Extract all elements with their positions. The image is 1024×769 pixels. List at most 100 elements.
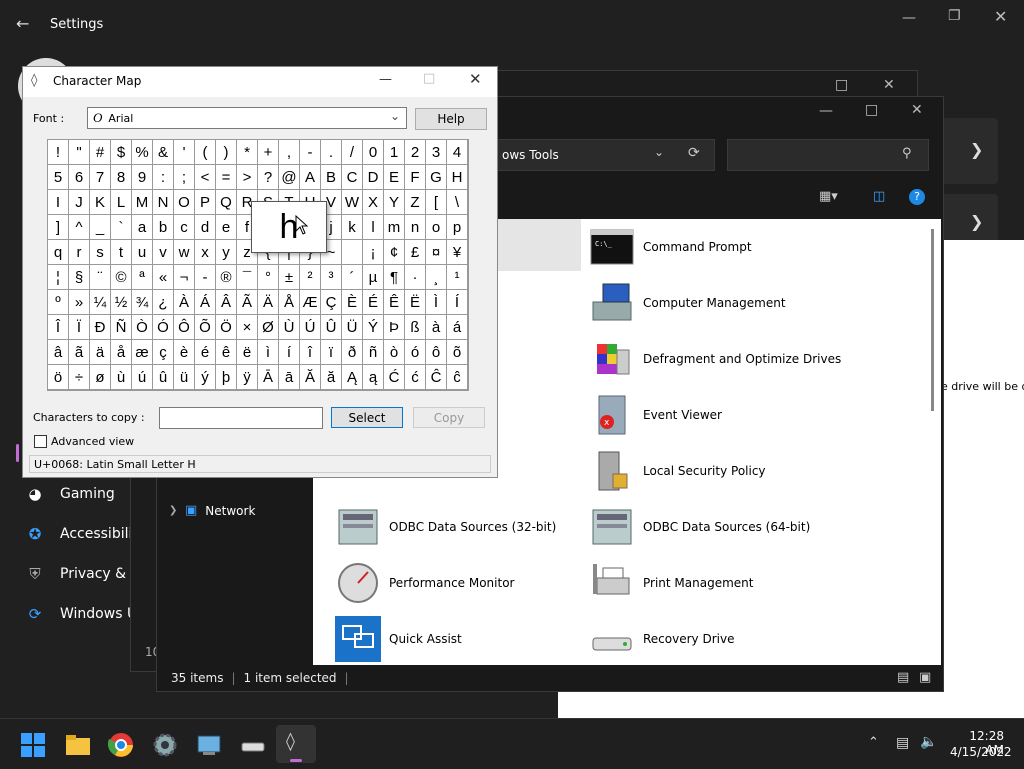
character-cell[interactable]: ¿ (153, 290, 174, 315)
character-cell[interactable]: ? (258, 165, 279, 190)
character-cell[interactable]: ü (174, 365, 195, 390)
character-cell[interactable]: m (384, 215, 405, 240)
tool-item-recovery-drive[interactable]: Recovery Drive (589, 615, 734, 663)
character-cell[interactable]: ĉ (447, 365, 468, 390)
minimize-icon[interactable]: — (902, 10, 916, 26)
character-cell[interactable]: ú (132, 365, 153, 390)
character-cell[interactable]: 4 (447, 140, 468, 165)
character-cell[interactable]: H (447, 165, 468, 190)
character-cell[interactable]: $ (111, 140, 132, 165)
character-cell[interactable]: Ä (258, 290, 279, 315)
character-cell[interactable]: ± (279, 265, 300, 290)
character-cell[interactable]: Ê (384, 290, 405, 315)
maximize-icon[interactable]: □ (835, 77, 848, 93)
character-cell[interactable]: ø (90, 365, 111, 390)
character-cell[interactable]: Ð (90, 315, 111, 340)
character-cell[interactable]: Í (447, 290, 468, 315)
character-cell[interactable]: q (48, 240, 69, 265)
tool-item-odbc-32[interactable]: ODBC Data Sources (32-bit) (335, 503, 556, 551)
character-cell[interactable]: @ (279, 165, 300, 190)
character-cell[interactable]: Õ (195, 315, 216, 340)
character-cell[interactable]: P (195, 190, 216, 215)
tool-item-odbc-64[interactable]: ODBC Data Sources (64-bit) (589, 503, 810, 551)
character-cell[interactable]: É (363, 290, 384, 315)
character-cell[interactable]: ¬ (174, 265, 195, 290)
start-button[interactable] (19, 731, 47, 759)
character-cell[interactable]: 8 (111, 165, 132, 190)
scrollbar-thumb[interactable] (931, 229, 934, 411)
preview-pane-icon[interactable]: ◫ (873, 189, 885, 204)
tool-item-event-viewer[interactable]: x Event Viewer (589, 391, 722, 439)
character-cell[interactable]: ä (90, 340, 111, 365)
advanced-view-checkbox[interactable] (34, 435, 47, 448)
character-cell[interactable]: I (48, 190, 69, 215)
character-cell[interactable]: Z (405, 190, 426, 215)
tool-item-performance-monitor[interactable]: Performance Monitor (335, 559, 514, 607)
character-cell[interactable]: ÿ (237, 365, 258, 390)
search-input[interactable]: ⚲ (727, 139, 929, 171)
character-cell[interactable]: ë (237, 340, 258, 365)
close-icon[interactable]: ✕ (883, 77, 895, 93)
character-cell[interactable]: ° (258, 265, 279, 290)
character-cell[interactable]: * (237, 140, 258, 165)
character-cell[interactable]: 0 (363, 140, 384, 165)
select-button[interactable]: Select (331, 407, 403, 428)
character-cell[interactable]: ) (216, 140, 237, 165)
copy-button[interactable]: Copy (413, 407, 485, 428)
close-icon[interactable]: ✕ (469, 70, 482, 88)
character-cell[interactable]: w (174, 240, 195, 265)
character-cell[interactable]: ¼ (90, 290, 111, 315)
character-cell[interactable]: õ (447, 340, 468, 365)
character-cell[interactable]: â (48, 340, 69, 365)
character-cell[interactable]: ã (69, 340, 90, 365)
chevron-down-icon[interactable]: ⌄ (654, 145, 664, 159)
character-cell[interactable]: Ą (342, 365, 363, 390)
character-cell[interactable]: p (447, 215, 468, 240)
character-cell[interactable]: Ú (300, 315, 321, 340)
character-cell[interactable]: ® (216, 265, 237, 290)
character-cell[interactable]: F (405, 165, 426, 190)
character-cell[interactable]: ñ (363, 340, 384, 365)
character-cell[interactable]: ê (216, 340, 237, 365)
character-cell[interactable]: ¸ (426, 265, 447, 290)
view-options-icon[interactable]: ▦▾ (819, 189, 838, 204)
character-cell[interactable]: Ñ (111, 315, 132, 340)
character-cell[interactable]: ¥ (447, 240, 468, 265)
character-cell[interactable]: 3 (426, 140, 447, 165)
character-cell[interactable]: [ (426, 190, 447, 215)
help-button[interactable]: Help (415, 108, 487, 130)
character-cell[interactable]: ô (426, 340, 447, 365)
tool-item-command-prompt[interactable]: C:\_ Command Prompt (589, 223, 752, 271)
character-cell[interactable]: , (279, 140, 300, 165)
character-cell[interactable]: © (111, 265, 132, 290)
character-cell[interactable]: ´ (342, 265, 363, 290)
character-cell[interactable]: J (69, 190, 90, 215)
character-cell[interactable]: î (300, 340, 321, 365)
character-cell[interactable]: Â (216, 290, 237, 315)
character-cell[interactable]: W (342, 190, 363, 215)
character-cell[interactable]: r (69, 240, 90, 265)
character-cell[interactable]: 1 (384, 140, 405, 165)
details-view-icon[interactable]: ▤ (897, 670, 909, 685)
nav-network[interactable]: ▣ Network (167, 503, 255, 518)
character-cell[interactable]: á (447, 315, 468, 340)
character-cell[interactable]: ^ (69, 215, 90, 240)
character-cell[interactable]: . (321, 140, 342, 165)
character-cell[interactable]: « (153, 265, 174, 290)
character-cell[interactable]: Ø (258, 315, 279, 340)
character-cell[interactable]: & (153, 140, 174, 165)
character-cell[interactable]: Î (48, 315, 69, 340)
character-cell[interactable]: b (153, 215, 174, 240)
character-cell[interactable]: B (321, 165, 342, 190)
character-cell[interactable]: º (48, 290, 69, 315)
character-cell[interactable]: ă (321, 365, 342, 390)
character-cell[interactable]: _ (90, 215, 111, 240)
character-cell[interactable]: Ã (237, 290, 258, 315)
character-cell[interactable] (342, 240, 363, 265)
character-cell[interactable]: - (300, 140, 321, 165)
character-cell[interactable]: y (216, 240, 237, 265)
character-cell[interactable]: þ (216, 365, 237, 390)
character-cell[interactable]: ¤ (426, 240, 447, 265)
address-bar[interactable]: ows Tools ⌄ ⟳ (497, 139, 715, 171)
character-cell[interactable]: Q (216, 190, 237, 215)
